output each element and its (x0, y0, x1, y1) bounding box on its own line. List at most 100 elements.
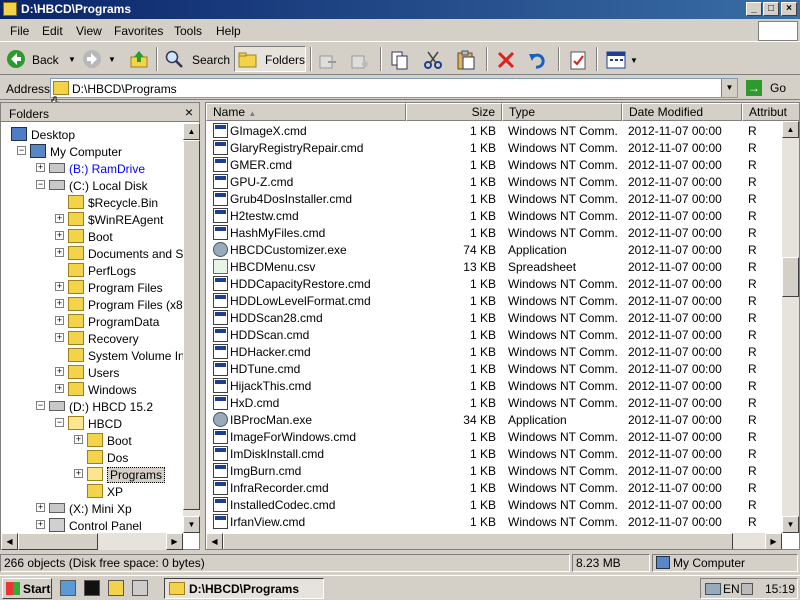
column-header-date-modified[interactable]: Date Modified (622, 103, 742, 121)
close-button[interactable]: × (781, 2, 797, 16)
file-row[interactable]: InstalledCodec.cmd 1 KB Windows NT Comm...… (206, 496, 782, 513)
file-row[interactable]: GPU-Z.cmd 1 KB Windows NT Comm... 2012-11-0… (206, 173, 782, 190)
files-vertical-scrollbar[interactable]: ▲ ▼ (782, 121, 799, 533)
clock[interactable]: 15:19 (765, 582, 795, 596)
file-row[interactable]: ImDiskInstall.cmd 1 KB Windows NT Comm... 2… (206, 445, 782, 462)
start-button[interactable]: Start (2, 578, 52, 599)
file-row[interactable]: ImageForWindows.cmd 1 KB Windows NT Comm..… (206, 428, 782, 445)
go-button[interactable]: → Go (744, 79, 798, 97)
chevron-down-icon[interactable]: ▼ (630, 56, 638, 65)
column-header-attributes[interactable]: Attribut (742, 103, 799, 121)
collapse-icon[interactable]: − (55, 418, 64, 427)
expand-icon[interactable]: + (55, 214, 64, 223)
file-row[interactable]: GMER.cmd 1 KB Windows NT Comm... 2012-11-07… (206, 156, 782, 173)
column-header-size[interactable]: Size (406, 103, 502, 121)
scroll-down-button[interactable]: ▼ (183, 516, 200, 533)
cut-icon[interactable] (423, 50, 443, 70)
menu-file[interactable]: File (10, 24, 29, 38)
scroll-right-button[interactable]: ▶ (166, 533, 183, 550)
file-row[interactable]: IBProcMan.exe 34 KB Application 2012-11-07 … (206, 411, 782, 428)
maximize-button[interactable]: □ (763, 2, 779, 16)
scroll-thumb[interactable] (782, 257, 799, 297)
scroll-down-button[interactable]: ▼ (782, 516, 799, 533)
file-row[interactable]: InfraRecorder.cmd 1 KB Windows NT Comm... 2… (206, 479, 782, 496)
scroll-right-button[interactable]: ▶ (765, 533, 782, 549)
menu-favorites[interactable]: Favorites (114, 24, 163, 38)
file-row[interactable]: HDTune.cmd 1 KB Windows NT Comm... 2012-11-… (206, 360, 782, 377)
address-input[interactable]: D:\HBCD\Programs ▼ (50, 78, 738, 98)
expand-icon[interactable]: + (55, 316, 64, 325)
move-to-icon[interactable] (318, 52, 338, 72)
file-row[interactable]: H2testw.cmd 1 KB Windows NT Comm... 2012-11… (206, 207, 782, 224)
expand-icon[interactable]: + (36, 503, 45, 512)
expand-icon[interactable]: + (55, 231, 64, 240)
file-row[interactable]: Grub4DosInstaller.cmd 1 KB Windows NT Comm… (206, 190, 782, 207)
menu-view[interactable]: View (76, 24, 102, 38)
collapse-icon[interactable]: − (17, 146, 26, 155)
forward-button[interactable]: ▼ (80, 46, 120, 72)
tree-vertical-scrollbar[interactable]: ▲ ▼ (183, 123, 200, 533)
back-button[interactable]: Back ▼ (4, 46, 78, 72)
close-icon[interactable]: × (185, 104, 193, 120)
menu-edit[interactable]: Edit (42, 24, 63, 38)
scroll-thumb[interactable] (18, 533, 98, 550)
file-row[interactable]: HBCDMenu.csv 13 KB Spreadsheet 2012-11-07 0… (206, 258, 782, 275)
properties-icon[interactable] (568, 50, 588, 70)
expand-icon[interactable]: + (55, 384, 64, 393)
file-row[interactable]: HDDCapacityRestore.cmd 1 KB Windows NT Com… (206, 275, 782, 292)
file-row[interactable]: HxD.cmd 1 KB Windows NT Comm... 2012-11-07 … (206, 394, 782, 411)
expand-icon[interactable]: + (55, 299, 64, 308)
scroll-up-button[interactable]: ▲ (782, 121, 799, 138)
file-row[interactable]: GlaryRegistryRepair.cmd 1 KB Windows NT Co… (206, 139, 782, 156)
file-row[interactable]: HDHacker.cmd 1 KB Windows NT Comm... 2012-1… (206, 343, 782, 360)
copy-to-icon[interactable] (350, 52, 370, 72)
scroll-thumb[interactable] (183, 140, 200, 510)
command-prompt-icon[interactable] (84, 580, 100, 596)
file-row[interactable]: HBCDCustomizer.exe 74 KB Application 2012-1… (206, 241, 782, 258)
internet-explorer-icon[interactable] (60, 580, 76, 596)
files-horizontal-scrollbar[interactable]: ◀ ▶ (206, 533, 782, 549)
collapse-icon[interactable]: − (36, 180, 45, 189)
folders-button[interactable]: Folders (234, 46, 306, 72)
expand-icon[interactable]: + (55, 367, 64, 376)
collapse-icon[interactable]: − (36, 401, 45, 410)
search-button[interactable]: Search (162, 46, 232, 72)
file-row[interactable]: HijackThis.cmd 1 KB Windows NT Comm... 2012… (206, 377, 782, 394)
copy-icon[interactable] (390, 50, 410, 70)
expand-icon[interactable]: + (74, 469, 83, 478)
expand-icon[interactable]: + (74, 435, 83, 444)
network-icon[interactable] (705, 583, 721, 595)
address-dropdown-button[interactable]: ▼ (721, 79, 737, 97)
file-row[interactable]: HDDScan.cmd 1 KB Windows NT Comm... 2012-11… (206, 326, 782, 343)
views-icon[interactable] (606, 50, 626, 70)
undo-icon[interactable] (528, 50, 548, 70)
file-row[interactable]: GImageX.cmd 1 KB Windows NT Comm... 2012-11… (206, 122, 782, 139)
file-row[interactable]: ImgBurn.cmd 1 KB Windows NT Comm... 2012-11… (206, 462, 782, 479)
scroll-thumb[interactable] (223, 533, 733, 549)
file-row[interactable]: IrfanView.cmd 1 KB Windows NT Comm... 2012-… (206, 513, 782, 530)
column-header-name[interactable]: Name ▲ (206, 103, 406, 121)
up-folder-button[interactable] (126, 46, 152, 72)
file-row[interactable]: HDDLowLevelFormat.cmd 1 KB Windows NT Comm… (206, 292, 782, 309)
volume-icon[interactable] (741, 583, 753, 595)
file-row[interactable]: HashMyFiles.cmd 1 KB Windows NT Comm... 201… (206, 224, 782, 241)
expand-icon[interactable]: + (55, 248, 64, 257)
taskbar-window-button[interactable]: D:\HBCD\Programs (164, 578, 324, 599)
minimize-button[interactable]: _ (746, 2, 762, 16)
expand-icon[interactable]: + (36, 520, 45, 529)
show-desktop-icon[interactable] (132, 580, 148, 596)
column-header-type[interactable]: Type (502, 103, 622, 121)
language-indicator[interactable]: EN (723, 582, 740, 596)
paste-icon[interactable] (456, 50, 476, 70)
scroll-up-button[interactable]: ▲ (183, 123, 200, 140)
folder-icon[interactable] (108, 580, 124, 596)
delete-icon[interactable] (496, 50, 516, 70)
title-bar[interactable]: D:\HBCD\Programs _ □ × (0, 0, 800, 19)
scroll-left-button[interactable]: ◀ (1, 533, 18, 550)
menu-help[interactable]: Help (216, 24, 241, 38)
menu-tools[interactable]: Tools (174, 24, 202, 38)
scroll-left-button[interactable]: ◀ (206, 533, 223, 549)
expand-icon[interactable]: + (55, 333, 64, 342)
expand-icon[interactable]: + (36, 163, 45, 172)
tree-horizontal-scrollbar[interactable]: ◀ ▶ (1, 533, 183, 550)
